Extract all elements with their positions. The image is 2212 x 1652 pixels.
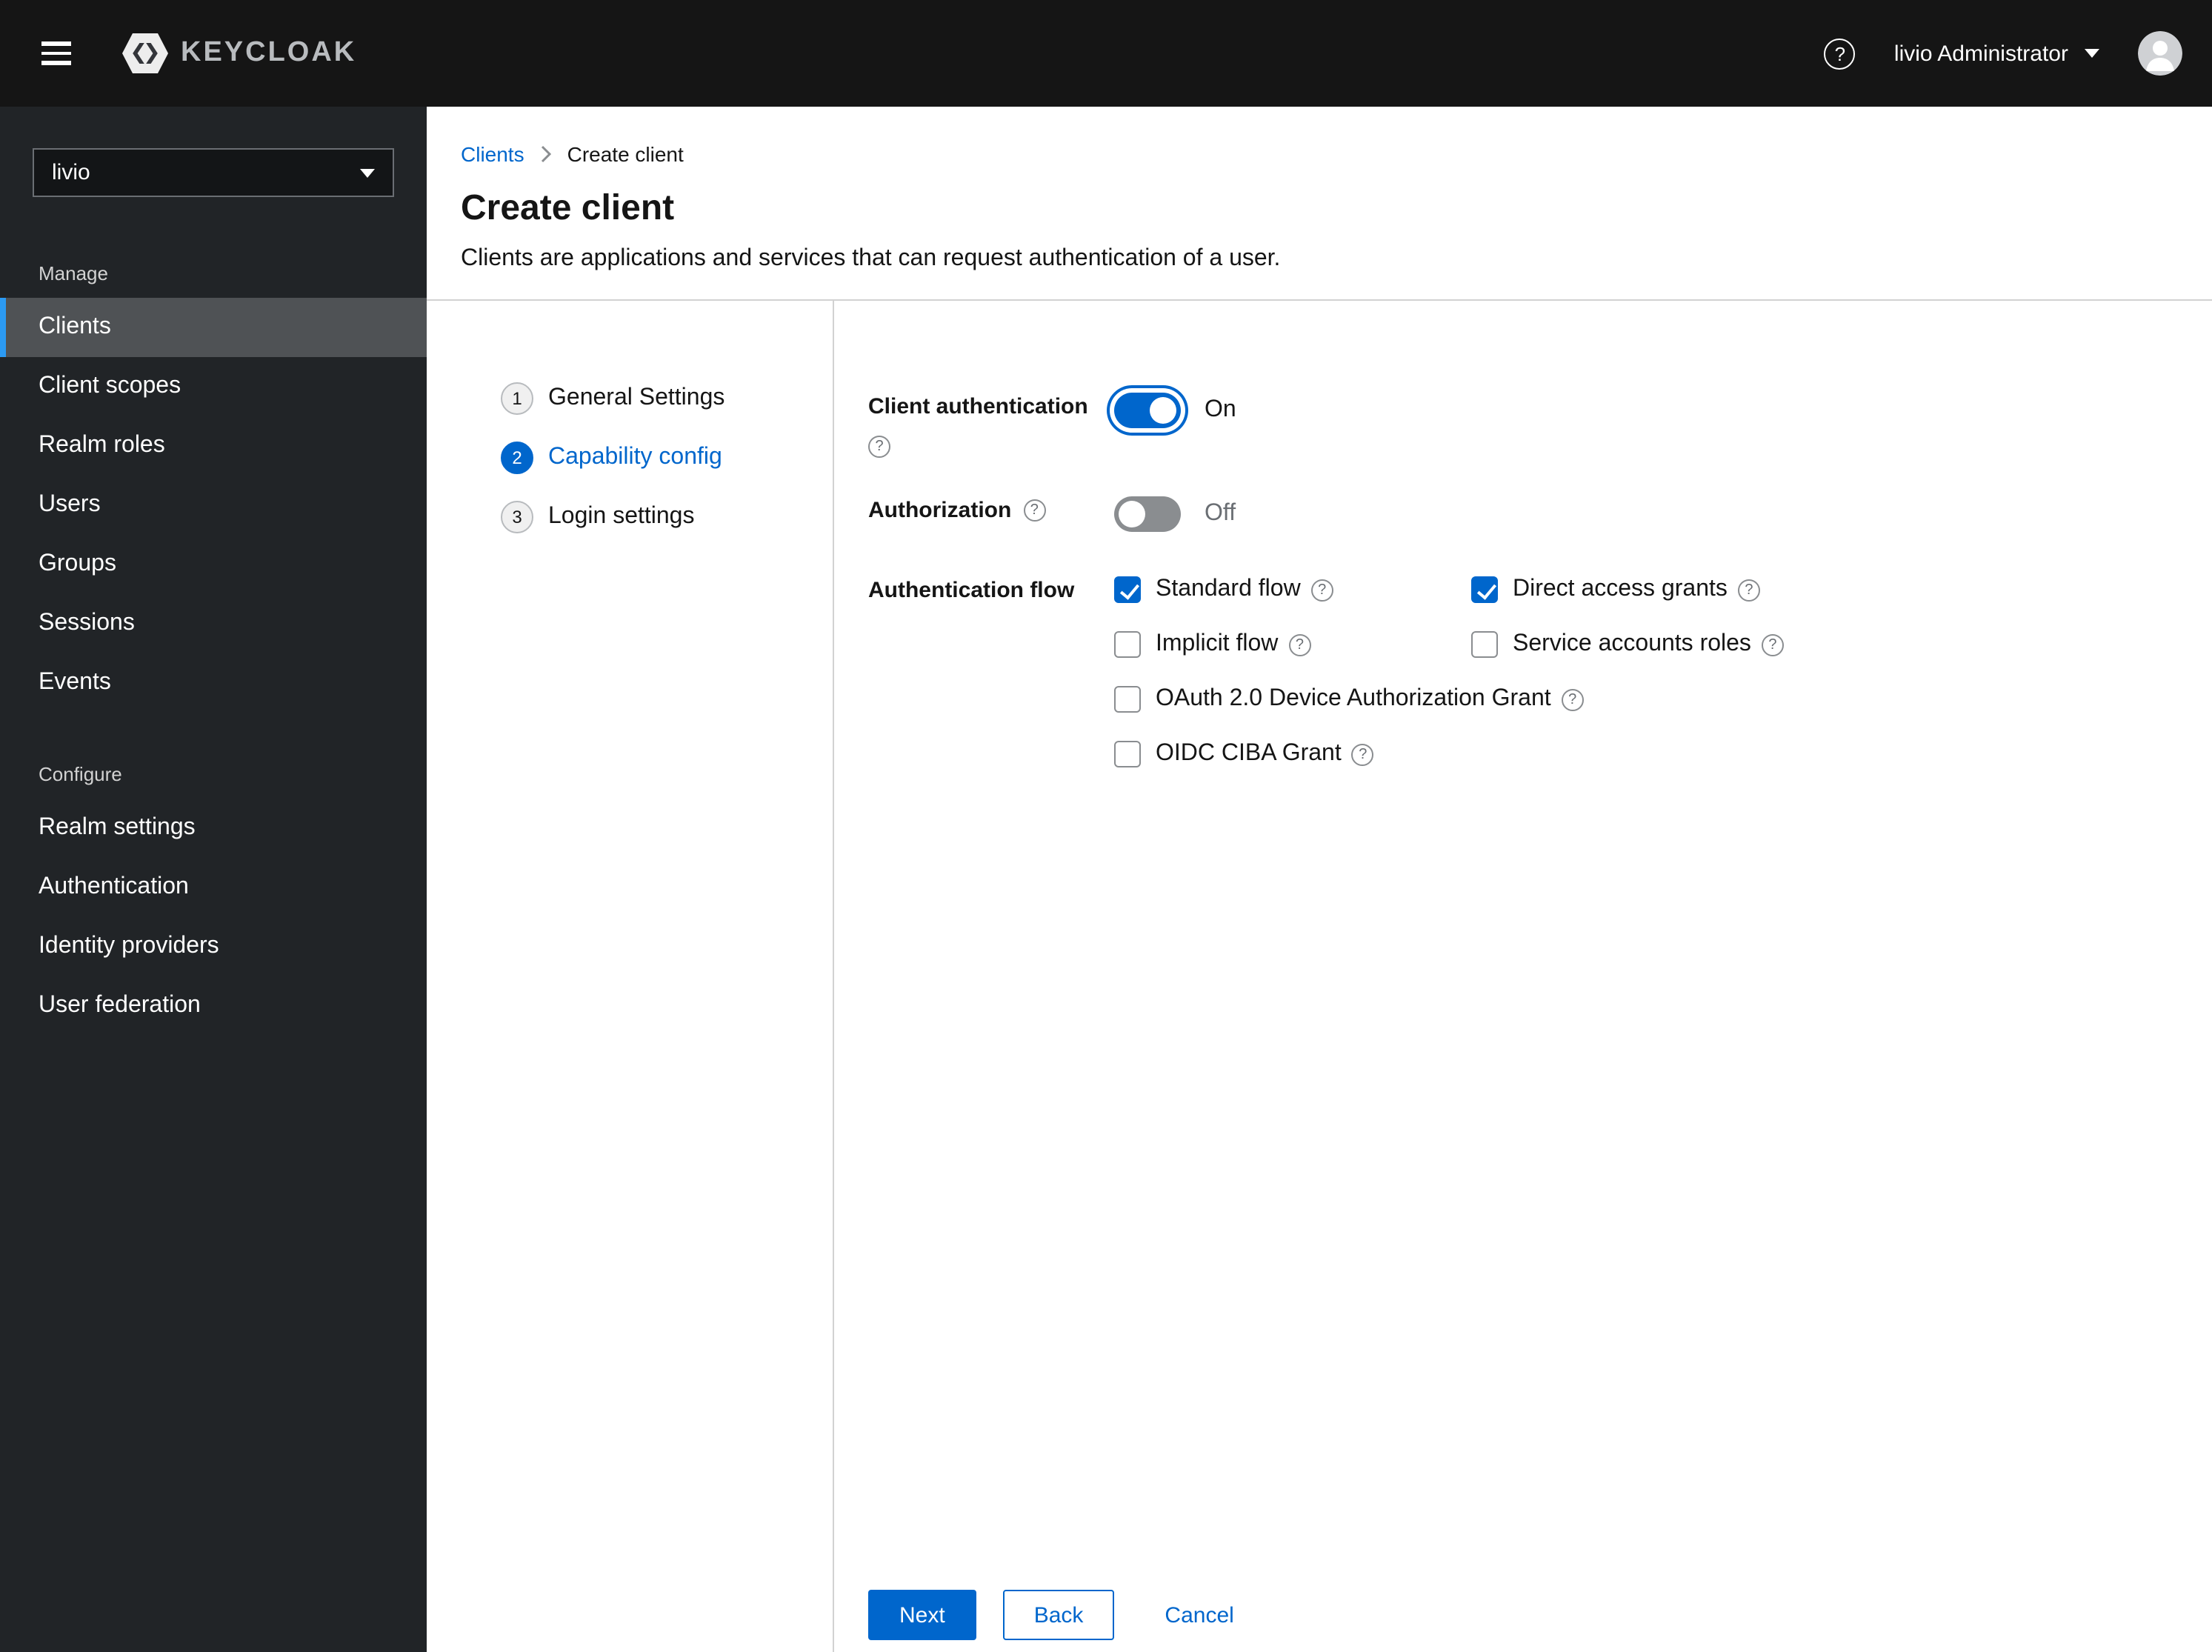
- wizard-step-general-settings[interactable]: 1 General Settings: [501, 382, 833, 415]
- sidebar-item-users[interactable]: Users: [0, 476, 427, 535]
- wizard-footer: Next Back Cancel: [868, 1590, 1234, 1640]
- checkbox-box: [1471, 576, 1498, 603]
- authorization-toggle[interactable]: [1114, 496, 1181, 532]
- page-title: Create client: [461, 188, 675, 228]
- oauth-device-grant-help-icon[interactable]: [1561, 688, 1584, 710]
- wizard-step-number: 3: [501, 501, 533, 533]
- nav-toggle-button[interactable]: [33, 28, 83, 79]
- breadcrumb-current: Create client: [567, 142, 684, 166]
- authorization-value: Off: [1205, 501, 1236, 526]
- breadcrumb-clients-link[interactable]: Clients: [461, 142, 524, 166]
- next-button[interactable]: Next: [868, 1590, 976, 1640]
- checkbox-box: [1114, 741, 1141, 767]
- caret-down-icon: [360, 168, 375, 177]
- keycloak-admin-console: KEYCLOAK livio Administrator livio: [0, 0, 2212, 1652]
- wizard-step-number: 1: [501, 382, 533, 415]
- masthead: KEYCLOAK livio Administrator: [0, 0, 2212, 107]
- keycloak-logo[interactable]: KEYCLOAK: [121, 33, 356, 74]
- realm-selector-value: livio: [52, 160, 90, 185]
- breadcrumb: Clients Create client: [461, 142, 2176, 166]
- client-authentication-help-icon[interactable]: [868, 436, 890, 458]
- capability-config-form: Client authentication On Authorization: [834, 301, 2212, 1652]
- wizard-step-capability-config[interactable]: 2 Capability config: [501, 442, 833, 474]
- sidebar-item-realm-settings[interactable]: Realm settings: [0, 799, 427, 858]
- wizard-step-number: 2: [501, 442, 533, 474]
- sidebar-item-sessions[interactable]: Sessions: [0, 594, 427, 653]
- authorization-row: Authorization Off: [868, 496, 2153, 532]
- sidebar-section-manage: Manage Clients Client scopes Realm roles…: [0, 197, 427, 713]
- checkbox-oauth-device-grant[interactable]: OAuth 2.0 Device Authorization Grant: [1114, 686, 1584, 713]
- standard-flow-help-icon[interactable]: [1310, 579, 1333, 601]
- wizard-nav: 1 General Settings 2 Capability config 3…: [427, 301, 833, 1652]
- sidebar: livio Manage Clients Client scopes Realm…: [0, 107, 427, 1652]
- client-authentication-value: On: [1205, 397, 1236, 422]
- checkbox-direct-access-grants[interactable]: Direct access grants: [1471, 576, 1760, 603]
- checkbox-service-accounts-roles[interactable]: Service accounts roles: [1471, 631, 1784, 658]
- wizard-step-label: Login settings: [548, 504, 695, 529]
- sidebar-item-realm-roles[interactable]: Realm roles: [0, 416, 427, 476]
- client-authentication-toggle[interactable]: [1114, 393, 1181, 428]
- wizard-step-label: Capability config: [548, 444, 722, 470]
- caret-down-icon: [2085, 49, 2099, 58]
- sidebar-item-user-federation[interactable]: User federation: [0, 976, 427, 1036]
- realm-selector[interactable]: livio: [33, 148, 394, 197]
- implicit-flow-help-icon[interactable]: [1288, 633, 1311, 656]
- direct-access-grants-help-icon[interactable]: [1737, 579, 1760, 601]
- avatar: [2138, 31, 2182, 76]
- masthead-right: livio Administrator: [1824, 31, 2182, 76]
- page-header: Clients Create client Create client Clie…: [427, 107, 2212, 276]
- wizard: 1 General Settings 2 Capability config 3…: [427, 301, 2212, 1652]
- client-authentication-label: Client authentication: [868, 394, 1088, 419]
- sidebar-item-events[interactable]: Events: [0, 653, 427, 713]
- service-accounts-roles-help-icon[interactable]: [1761, 633, 1784, 656]
- sidebar-section-configure: Configure Realm settings Authentication …: [0, 713, 427, 1036]
- sidebar-item-groups[interactable]: Groups: [0, 535, 427, 594]
- authorization-label: Authorization: [868, 498, 1012, 523]
- sidebar-item-identity-providers[interactable]: Identity providers: [0, 917, 427, 976]
- sidebar-item-authentication[interactable]: Authentication: [0, 858, 427, 917]
- page-description: Clients are applications and services th…: [461, 246, 1281, 271]
- sidebar-item-client-scopes[interactable]: Client scopes: [0, 357, 427, 416]
- checkbox-box: [1114, 631, 1141, 658]
- cancel-button[interactable]: Cancel: [1165, 1590, 1233, 1640]
- user-menu[interactable]: livio Administrator: [1894, 41, 2099, 66]
- client-authentication-row: Client authentication On: [868, 393, 2153, 458]
- checkbox-box: [1114, 686, 1141, 713]
- sidebar-item-clients[interactable]: Clients: [0, 298, 427, 357]
- checkbox-oidc-ciba-grant[interactable]: OIDC CIBA Grant: [1114, 741, 1374, 767]
- authentication-flow-label: Authentication flow: [868, 578, 1075, 603]
- back-button[interactable]: Back: [1002, 1590, 1115, 1640]
- checkbox-standard-flow[interactable]: Standard flow: [1114, 576, 1333, 603]
- user-menu-label: livio Administrator: [1893, 41, 2068, 66]
- brand-text: KEYCLOAK: [181, 37, 357, 68]
- authentication-flow-row: Authentication flow Standard flow Direct…: [868, 576, 2153, 767]
- sidebar-section-title: Manage: [39, 262, 108, 284]
- keycloak-logo-icon: [122, 33, 168, 73]
- authentication-flow-options: Standard flow Direct access grants Impli…: [1114, 576, 2153, 767]
- checkbox-box: [1114, 576, 1141, 603]
- help-icon[interactable]: [1824, 38, 1856, 69]
- chevron-right-icon: [541, 145, 551, 163]
- checkbox-box: [1471, 631, 1498, 658]
- sidebar-section-title: Configure: [39, 763, 122, 785]
- hamburger-icon: [41, 41, 71, 46]
- authorization-help-icon[interactable]: [1023, 499, 1046, 522]
- checkbox-implicit-flow[interactable]: Implicit flow: [1114, 631, 1311, 658]
- wizard-step-login-settings[interactable]: 3 Login settings: [501, 501, 833, 533]
- oidc-ciba-grant-help-icon[interactable]: [1351, 743, 1374, 765]
- main-content: Clients Create client Create client Clie…: [427, 107, 2212, 1652]
- wizard-step-label: General Settings: [548, 385, 725, 410]
